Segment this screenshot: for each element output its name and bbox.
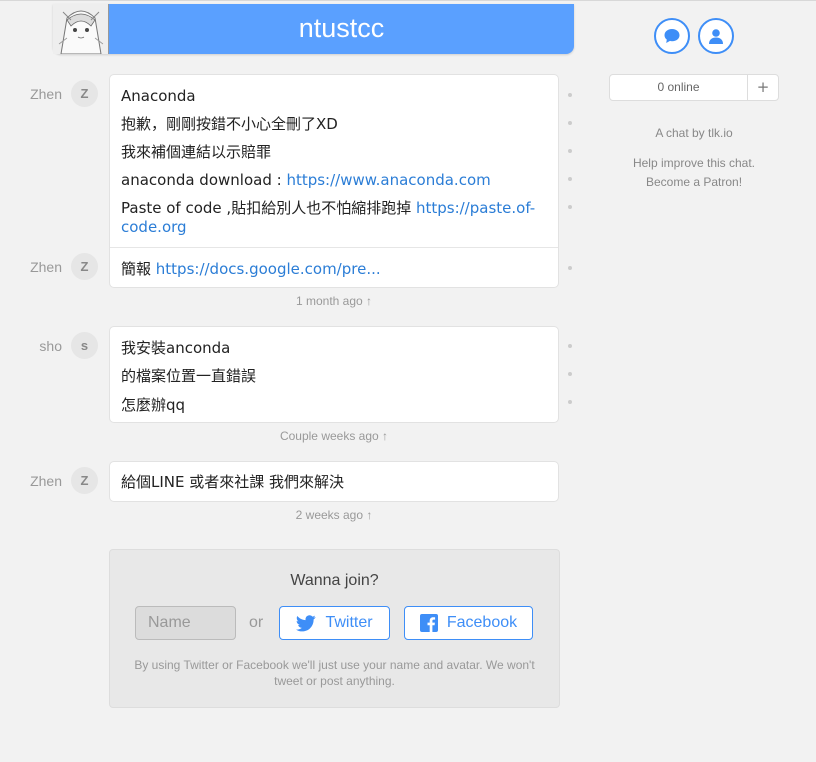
message-timestamp[interactable]: 1 month ago ↑ bbox=[109, 294, 559, 308]
facebook-icon bbox=[419, 614, 438, 632]
anime-avatar-icon bbox=[53, 4, 109, 54]
twitter-label: Twitter bbox=[325, 614, 373, 631]
message-text: 簡報 https://docs.google.com/pre... bbox=[121, 260, 381, 278]
message-text: 給個LINE 或者來社課 我們來解決 bbox=[121, 473, 345, 491]
message-dot[interactable] bbox=[568, 93, 572, 97]
author-avatar: s bbox=[71, 332, 98, 359]
twitter-button[interactable]: Twitter bbox=[279, 606, 390, 640]
author-avatar: Z bbox=[71, 467, 98, 494]
message-text: Paste of code ,貼扣給別人也不怕縮排跑掉 https://past… bbox=[121, 199, 536, 236]
message-separator bbox=[110, 247, 558, 248]
message-author: sho bbox=[39, 338, 62, 354]
chat-bubble-button[interactable] bbox=[654, 18, 690, 54]
message-bubble: 我安裝anconda 的檔案位置一直錯誤 怎麼辦qq bbox=[109, 326, 559, 423]
online-count[interactable]: 0 online bbox=[610, 75, 747, 100]
or-label: or bbox=[249, 614, 264, 631]
message-text: anaconda download : https://www.anaconda… bbox=[121, 171, 491, 189]
patron-link[interactable]: Become a Patron! bbox=[609, 173, 779, 192]
message-text: 怎麼辦qq bbox=[121, 396, 186, 414]
message-text: 抱歉，剛剛按錯不小心全刪了XD bbox=[121, 115, 338, 133]
message-timestamp[interactable]: 2 weeks ago ↑ bbox=[109, 508, 559, 522]
message-author: Zhen bbox=[30, 259, 62, 275]
message-dot[interactable] bbox=[568, 400, 572, 404]
message-text: 我安裝anconda bbox=[121, 339, 231, 357]
chat-header: ntustcc bbox=[53, 4, 574, 54]
message-author: Zhen bbox=[30, 86, 62, 102]
message-text: Anaconda bbox=[121, 87, 196, 105]
message-text: 我來補個連結以示賠罪 bbox=[121, 143, 272, 161]
facebook-button[interactable]: Facebook bbox=[404, 606, 533, 640]
chat-title: ntustcc bbox=[298, 13, 385, 43]
user-button[interactable] bbox=[698, 18, 734, 54]
message-dot[interactable] bbox=[568, 344, 572, 348]
author-avatar: Z bbox=[71, 253, 98, 280]
message-link[interactable]: https://www.anaconda.com bbox=[286, 171, 490, 189]
facebook-label: Facebook bbox=[446, 614, 518, 631]
message-dot[interactable] bbox=[568, 372, 572, 376]
message-dot[interactable] bbox=[568, 149, 572, 153]
message-dot[interactable] bbox=[568, 177, 572, 181]
message-link[interactable]: https://docs.google.com/pre... bbox=[156, 260, 381, 278]
join-panel: Wanna join? or Twitter Facebook By using… bbox=[109, 549, 560, 708]
privacy-note: By using Twitter or Facebook we'll just … bbox=[134, 658, 535, 688]
message-dot[interactable] bbox=[568, 266, 572, 270]
message-bubble: 給個LINE 或者來社課 我們來解決 bbox=[109, 461, 559, 502]
name-input[interactable] bbox=[135, 606, 236, 640]
message-timestamp[interactable]: Couple weeks ago ↑ bbox=[109, 429, 559, 443]
message-bubble: Anaconda 抱歉，剛剛按錯不小心全刪了XD 我來補個連結以示賠罪 anac… bbox=[109, 74, 559, 288]
author-avatar: Z bbox=[71, 80, 98, 107]
message-text: 的檔案位置一直錯誤 bbox=[121, 367, 257, 385]
message-author: Zhen bbox=[30, 473, 62, 489]
message-dot[interactable] bbox=[568, 205, 572, 209]
invite-plus-button[interactable]: + bbox=[747, 75, 778, 100]
twitter-icon bbox=[296, 614, 317, 631]
credit-link[interactable]: A chat by tlk.io bbox=[609, 124, 779, 143]
user-icon bbox=[709, 29, 723, 44]
join-heading: Wanna join? bbox=[290, 572, 379, 589]
chat-bubble-icon bbox=[664, 29, 680, 43]
online-bar: 0 online + bbox=[609, 74, 779, 101]
message-dot[interactable] bbox=[568, 121, 572, 125]
help-improve-text[interactable]: Help improve this chat. bbox=[609, 154, 779, 173]
